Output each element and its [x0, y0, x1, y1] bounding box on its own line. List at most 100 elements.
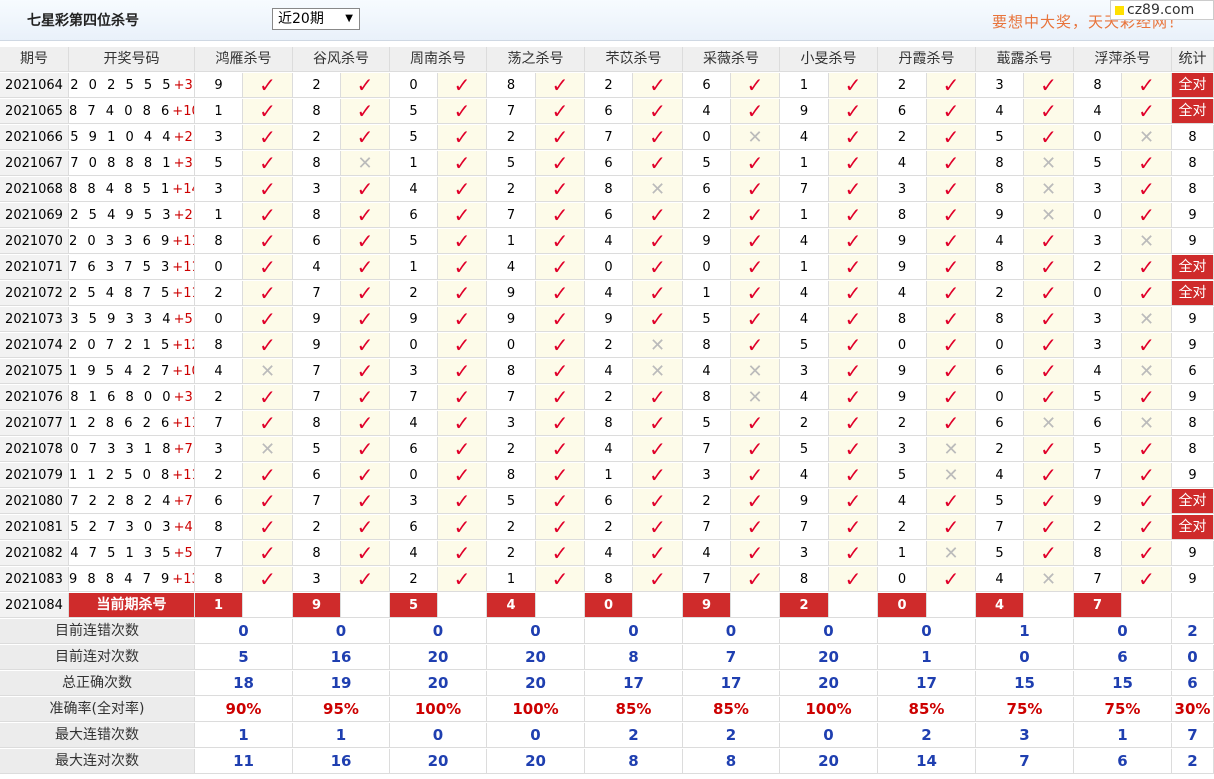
- stats-value: 16: [293, 749, 390, 774]
- kill-number: 8: [487, 463, 536, 488]
- draw-sum: +11: [172, 468, 194, 483]
- row-stat: 9: [1172, 541, 1214, 566]
- kill-number: 8: [293, 99, 341, 124]
- check-icon: ✓: [731, 411, 780, 436]
- stats-value: 1: [195, 723, 293, 748]
- check-icon: ✓: [536, 359, 585, 384]
- kill-number: 8: [585, 567, 633, 592]
- check-icon: ✓: [438, 151, 487, 176]
- check-icon: ✓: [243, 99, 293, 124]
- stats-value: 20: [487, 671, 585, 696]
- kill-number: 7: [683, 567, 731, 592]
- check-icon: ✓: [1024, 541, 1074, 566]
- kill-number: 1: [390, 151, 438, 176]
- kill-number: 4: [780, 307, 829, 332]
- kill-number: 2: [195, 385, 243, 410]
- kill-number: 2: [1074, 515, 1122, 540]
- kill-number: 9: [878, 255, 927, 280]
- check-icon: ✓: [341, 255, 390, 280]
- stats-value: 20: [390, 749, 487, 774]
- check-icon: ✓: [1024, 463, 1074, 488]
- check-icon: ✓: [731, 567, 780, 592]
- kill-number: 2: [683, 489, 731, 514]
- check-icon: ✓: [731, 255, 780, 280]
- check-icon: ✓: [341, 359, 390, 384]
- check-icon: ✓: [341, 125, 390, 150]
- check-icon: ✓: [243, 385, 293, 410]
- kill-number: 0: [683, 125, 731, 150]
- check-icon: ✓: [633, 515, 683, 540]
- issue-number: 2021074: [0, 333, 69, 358]
- table-row: 20210702 0 3 3 6 9+118✓6✓5✓1✓4✓9✓4✓9✓4✓3…: [0, 229, 1214, 255]
- draw-number: 1 2 8 6 2 6+11: [69, 411, 195, 436]
- empty-cell: [536, 593, 585, 618]
- kill-number: 4: [390, 541, 438, 566]
- stats-total: 30%: [1172, 697, 1214, 722]
- kill-number: 8: [293, 541, 341, 566]
- stats-value: 0: [878, 619, 976, 644]
- kill-number: 8: [585, 411, 633, 436]
- kill-number: 9: [390, 307, 438, 332]
- check-icon: ✓: [536, 203, 585, 228]
- stats-value: 2: [585, 723, 683, 748]
- draw-digits: 4 7 5 1 3 5: [70, 546, 174, 561]
- draw-sum: +10: [172, 364, 194, 379]
- check-icon: ✓: [243, 411, 293, 436]
- kill-number: 7: [780, 177, 829, 202]
- period-select[interactable]: 近20期 ▼: [272, 8, 360, 30]
- kill-number: 4: [390, 411, 438, 436]
- check-icon: ✓: [633, 125, 683, 150]
- kill-number: 1: [878, 541, 927, 566]
- draw-digits: 7 6 3 7 5 3: [69, 260, 173, 275]
- kill-number: 4: [780, 125, 829, 150]
- kill-number: 4: [585, 359, 633, 384]
- check-icon: ✓: [927, 125, 976, 150]
- kill-number: 6: [585, 151, 633, 176]
- table-row: 2021067 7 0 8 8 8 1+3 5 ✓ 8 ✕ 1 ✓ 5 ✓ 6 ✓ 5 ✓ 1 ✓ 4 ✓ 8 ✕ 5 ✓…: [0, 151, 1214, 177]
- stats-value: 2: [878, 723, 976, 748]
- site-logo[interactable]: cz89.com: [1110, 0, 1214, 20]
- check-icon: ✓: [1024, 307, 1074, 332]
- issue-number: 2021084: [0, 593, 69, 618]
- kill-number: 8: [976, 307, 1024, 332]
- kill-number: 8: [976, 151, 1024, 176]
- current-kill-number: 4: [487, 593, 536, 618]
- check-icon: ✓: [341, 177, 390, 202]
- kill-number: 2: [1074, 255, 1122, 280]
- check-icon: ✓: [243, 281, 293, 306]
- kill-number: 7: [293, 489, 341, 514]
- row-stat: 9: [1172, 333, 1214, 358]
- check-icon: ✓: [731, 177, 780, 202]
- cross-icon: ✕: [1024, 151, 1074, 176]
- check-icon: ✓: [1122, 541, 1172, 566]
- kill-number: 3: [1074, 177, 1122, 202]
- kill-number: 7: [976, 515, 1024, 540]
- draw-digits: 3 5 9 3 3 4: [70, 312, 174, 327]
- draw-sum: +11: [172, 234, 194, 249]
- cross-icon: ✕: [633, 359, 683, 384]
- issue-number: 2021075: [0, 359, 69, 384]
- check-icon: ✓: [829, 281, 878, 306]
- check-icon: ✓: [536, 437, 585, 462]
- check-icon: ✓: [829, 203, 878, 228]
- issue-number: 2021067: [0, 151, 69, 176]
- check-icon: ✓: [438, 567, 487, 592]
- stats-value: 17: [585, 671, 683, 696]
- logo-square-icon: [1115, 5, 1124, 15]
- table-row: 20210839 8 8 4 7 9+138✓3✓2✓1✓8✓7✓8✓0✓4✕7…: [0, 567, 1214, 593]
- draw-digits: 2 5 4 8 7 5: [69, 286, 173, 301]
- kill-number: 0: [976, 385, 1024, 410]
- kill-number: 2: [585, 385, 633, 410]
- kill-number: 8: [195, 333, 243, 358]
- kill-number: 4: [487, 255, 536, 280]
- stats-value: 2: [683, 723, 780, 748]
- kill-number: 4: [585, 229, 633, 254]
- check-icon: ✓: [341, 437, 390, 462]
- kill-number: 8: [487, 359, 536, 384]
- check-icon: ✓: [633, 489, 683, 514]
- kill-number: 0: [1074, 203, 1122, 228]
- check-icon: ✓: [633, 307, 683, 332]
- check-icon: ✓: [438, 333, 487, 358]
- kill-number: 3: [293, 567, 341, 592]
- issue-number: 2021079: [0, 463, 69, 488]
